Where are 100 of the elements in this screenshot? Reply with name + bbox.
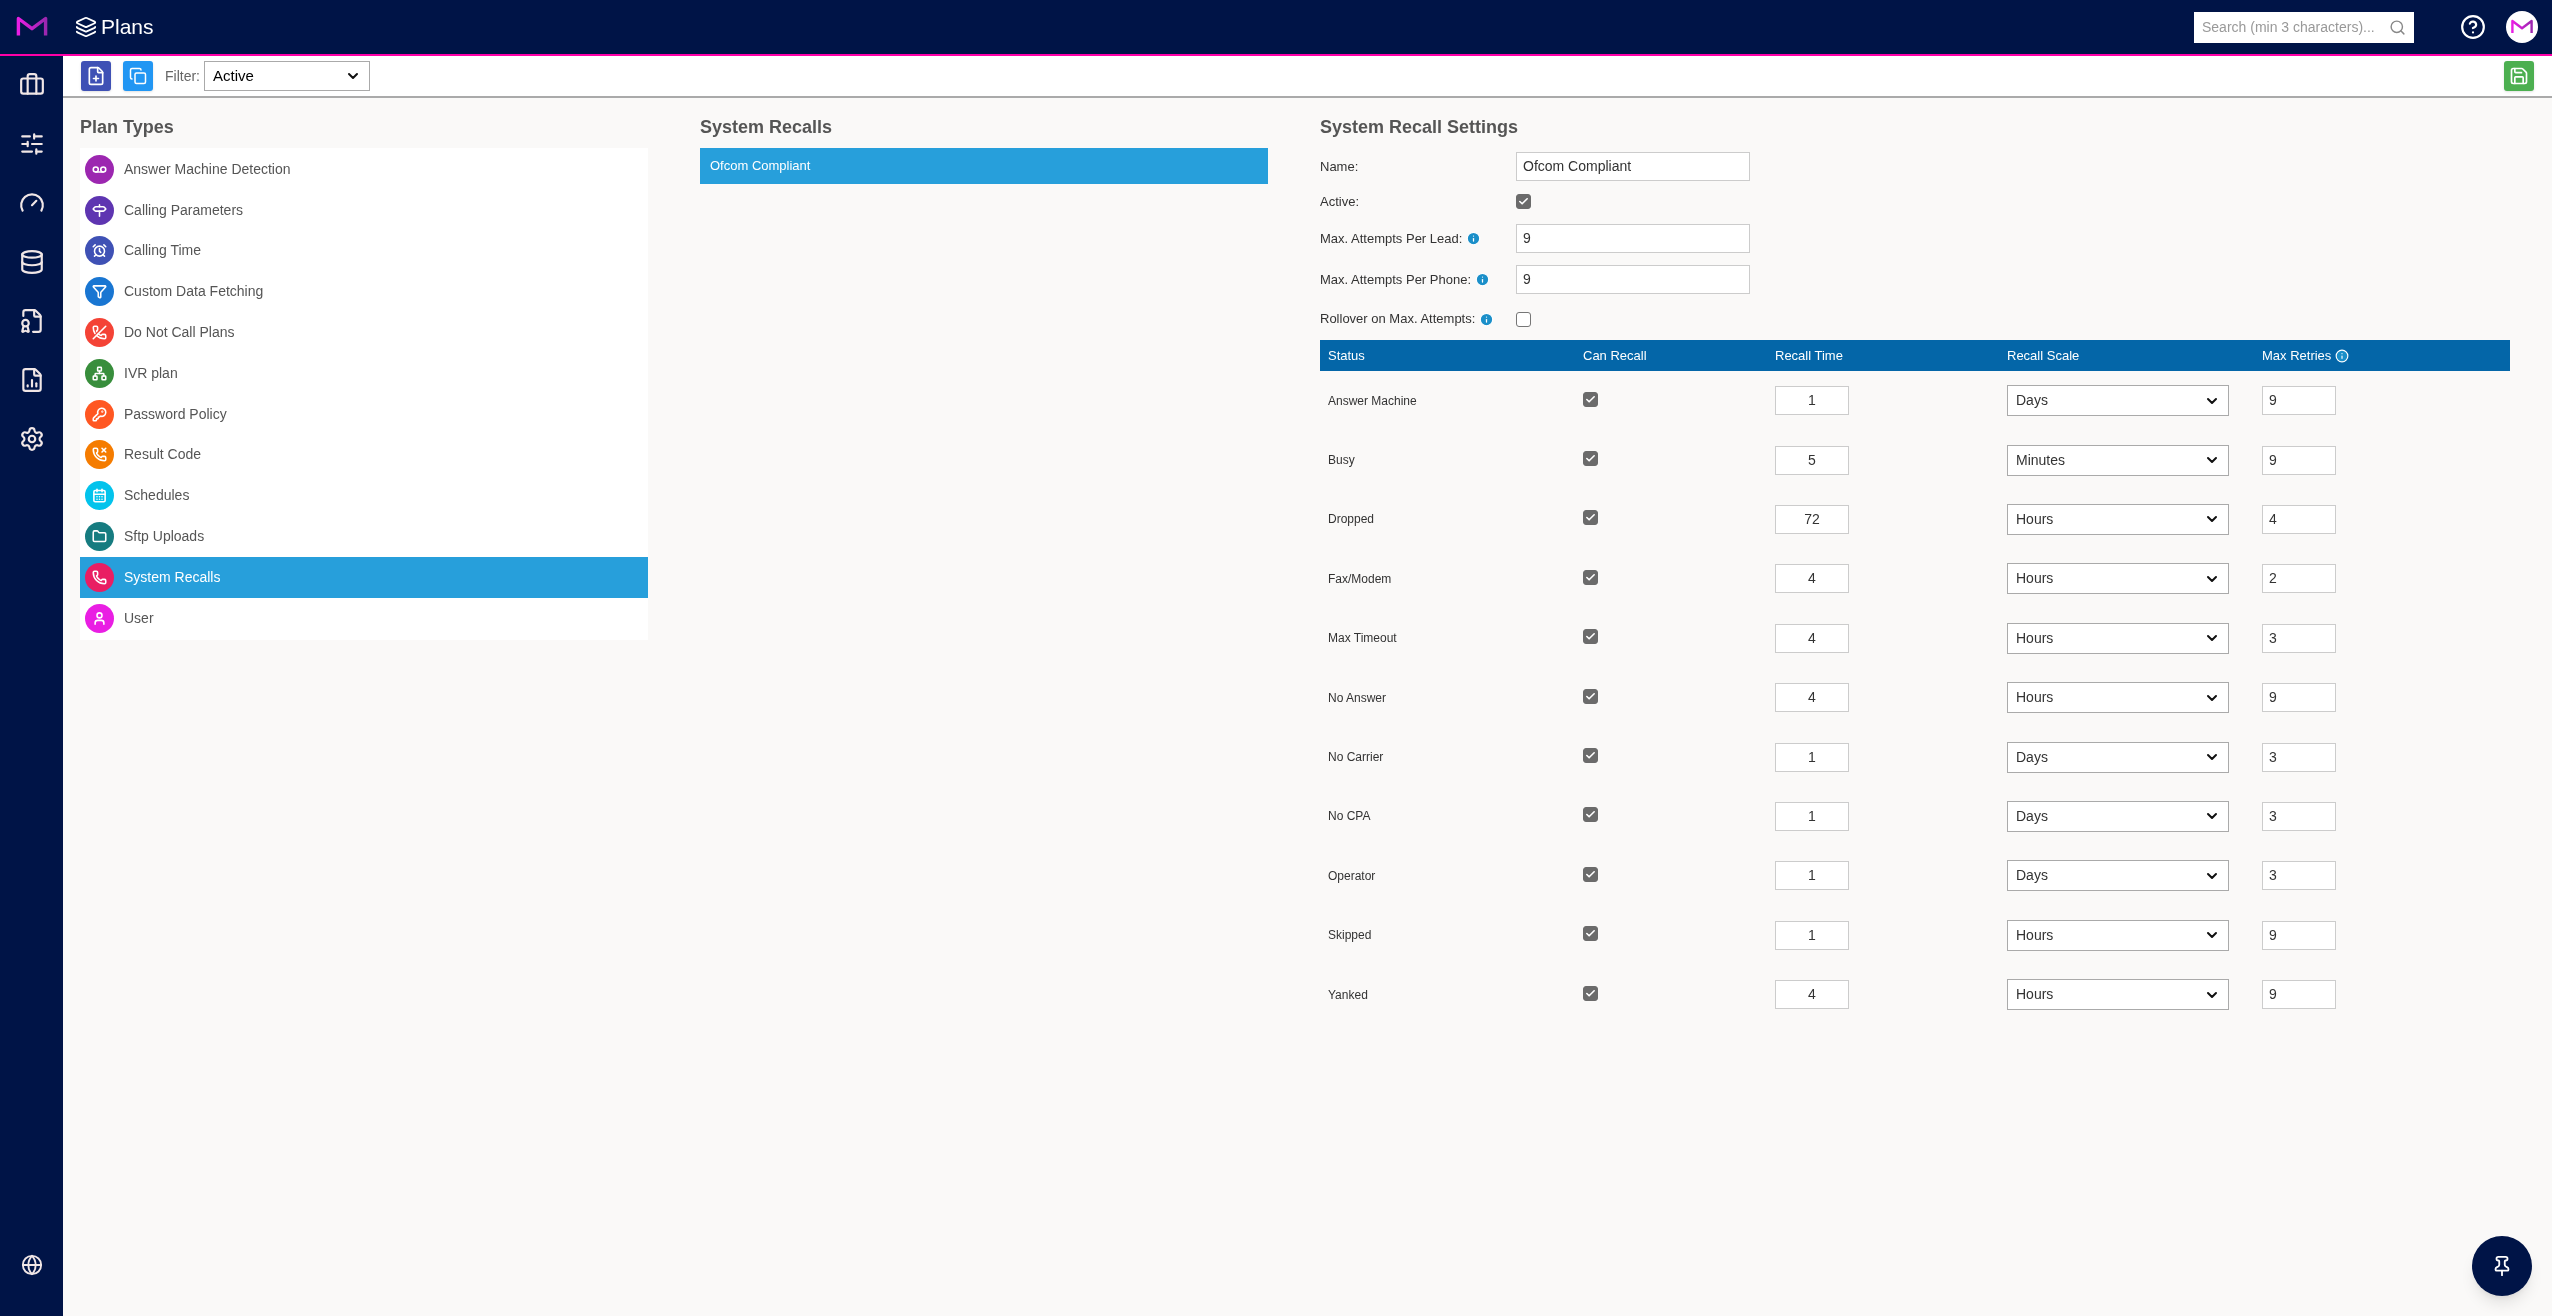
search-field[interactable]: Search (min 3 characters)... [2194, 11, 2414, 43]
check-icon [1585, 690, 1596, 702]
checkbox[interactable] [1583, 985, 1598, 1001]
recall-time-field[interactable]: 1 [1775, 861, 1849, 891]
max-attempts-phone-field[interactable]: 9 [1516, 265, 1750, 294]
info-icon[interactable] [1479, 311, 1495, 327]
checkbox[interactable] [1583, 510, 1598, 526]
plan-type-item[interactable]: Custom Data Fetching [80, 271, 648, 313]
table-cell: Busy [1328, 453, 1355, 468]
info-icon[interactable] [2335, 348, 2350, 363]
plan-type-item[interactable]: Result Code [80, 434, 648, 476]
globe-icon[interactable] [20, 1254, 43, 1276]
filter-select[interactable]: Active [204, 61, 370, 91]
plan-type-item[interactable]: Answer Machine Detection [80, 149, 648, 190]
checkbox[interactable] [1583, 926, 1598, 942]
checkbox[interactable] [1516, 311, 1531, 327]
database-icon[interactable] [18, 249, 45, 275]
plan-type-item[interactable]: Schedules [80, 475, 648, 517]
table-cell: No Carrier [1328, 750, 1384, 765]
pin-button[interactable] [2472, 1236, 2532, 1296]
recall-scale-select[interactable]: Days [2007, 800, 2229, 832]
checkbox[interactable] [1583, 866, 1598, 882]
max-retries-field[interactable]: 9 [2262, 683, 2336, 713]
plan-type-item[interactable]: Calling Time [80, 230, 648, 272]
plan-type-item[interactable]: Do Not Call Plans [80, 312, 648, 353]
recall-time-field[interactable]: 1 [1775, 801, 1849, 831]
plan-type-item[interactable]: Password Policy [80, 393, 648, 435]
file-badge-icon[interactable] [18, 308, 45, 334]
check-icon [1518, 196, 1529, 207]
max-retries-field[interactable]: 9 [2262, 386, 2336, 416]
name-field[interactable]: Ofcom Compliant [1516, 152, 1750, 181]
checkbox[interactable] [1516, 194, 1531, 209]
recall-time-field[interactable]: 4 [1775, 564, 1849, 594]
recall-scale-select[interactable]: Days [2007, 741, 2229, 773]
recall-time-field[interactable]: 4 [1775, 980, 1849, 1010]
new-plan-button[interactable] [81, 61, 111, 91]
recall-time-field[interactable]: 4 [1775, 623, 1849, 653]
plan-type-item[interactable]: IVR plan [80, 353, 648, 394]
recall-scale-select[interactable]: Hours [2007, 979, 2229, 1011]
max-retries-field[interactable]: 4 [2262, 504, 2336, 534]
recall-scale-select[interactable]: Hours [2007, 682, 2229, 714]
briefcase-icon[interactable] [18, 72, 45, 98]
recall-scale-select[interactable]: Hours [2007, 622, 2229, 654]
checkbox[interactable] [1583, 807, 1598, 823]
recall-time-field[interactable]: 1 [1775, 386, 1849, 416]
recall-scale-select[interactable]: Hours [2007, 563, 2229, 595]
recall-time-field[interactable]: 72 [1775, 504, 1849, 534]
max-retries-field[interactable]: 9 [2262, 920, 2336, 950]
max-retries-field[interactable]: 3 [2262, 801, 2336, 831]
checkbox[interactable] [1583, 748, 1598, 764]
checkbox[interactable] [1583, 391, 1598, 407]
recall-time-field[interactable]: 1 [1775, 742, 1849, 772]
max-retries-field[interactable]: 3 [2262, 861, 2336, 891]
filter-label: Filter: [165, 66, 200, 86]
check-icon [1585, 987, 1596, 999]
column-header: Can Recall [1583, 346, 1647, 365]
avatar[interactable] [2506, 11, 2538, 43]
checkbox[interactable] [1583, 451, 1598, 467]
check-icon [1585, 868, 1596, 880]
recall-scale-select[interactable]: Hours [2007, 503, 2229, 535]
max-retries-field[interactable]: 9 [2262, 445, 2336, 475]
field-label: Max. Attempts Per Lead: [1320, 229, 1463, 248]
info-icon[interactable] [1475, 272, 1491, 287]
recall-scale-select[interactable]: Days [2007, 860, 2229, 892]
checkbox[interactable] [1583, 688, 1598, 704]
copy-icon [129, 67, 147, 85]
table-cell: Dropped [1328, 512, 1375, 527]
checkbox[interactable] [1583, 629, 1598, 645]
help-icon[interactable] [2460, 14, 2486, 40]
field-label: Name: [1320, 157, 1360, 176]
plan-type-item[interactable]: Sftp Uploads [80, 516, 648, 557]
file-plus-icon [86, 66, 106, 86]
checkbox[interactable] [1583, 569, 1598, 585]
sliders-icon[interactable] [18, 131, 45, 157]
settings-icon[interactable] [18, 426, 45, 452]
recall-time-field[interactable]: 5 [1775, 445, 1849, 475]
save-button[interactable] [2504, 61, 2534, 91]
table-cell: Max Timeout [1328, 631, 1397, 646]
plan-type-item[interactable]: User [80, 597, 648, 639]
table-cell: Skipped [1328, 928, 1372, 943]
plan-type-item[interactable]: Calling Parameters [80, 189, 648, 231]
page-title: Plans [101, 14, 154, 41]
section-title: System Recall Settings [1320, 116, 1520, 136]
max-retries-field[interactable]: 3 [2262, 742, 2336, 772]
table-cell: No CPA [1328, 809, 1371, 824]
recall-scale-select[interactable]: Days [2007, 385, 2229, 417]
check-icon [1585, 393, 1596, 405]
table-cell: No Answer [1328, 690, 1387, 705]
info-icon[interactable] [1466, 231, 1482, 246]
recall-scale-select[interactable]: Hours [2007, 919, 2229, 951]
max-retries-field[interactable]: 9 [2262, 980, 2336, 1010]
recall-time-field[interactable]: 4 [1775, 683, 1849, 713]
copy-button[interactable] [123, 61, 153, 91]
max-retries-field[interactable]: 3 [2262, 623, 2336, 653]
avatar-logo-icon [2510, 18, 2534, 36]
column-header: Recall Time [1775, 346, 1843, 365]
max-retries-field[interactable]: 2 [2262, 564, 2336, 594]
max-attempts-lead-field[interactable]: 9 [1516, 224, 1750, 253]
recall-scale-select[interactable]: Minutes [2007, 444, 2229, 476]
recall-time-field[interactable]: 1 [1775, 920, 1849, 950]
